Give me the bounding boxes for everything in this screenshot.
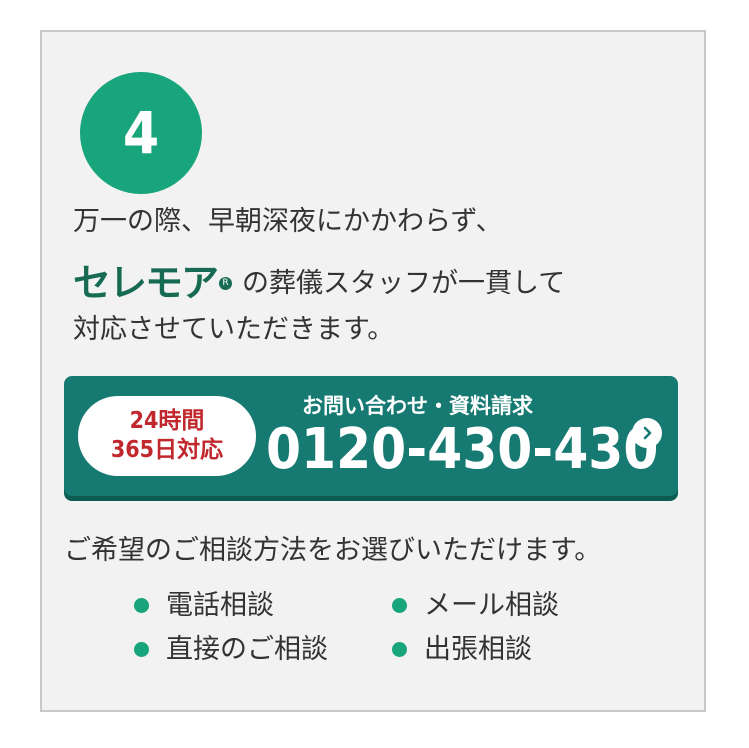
- hours-line-2: 365日対応: [110, 437, 224, 463]
- chevron-right-icon-glyph: [643, 426, 652, 440]
- method-label: メール相談: [424, 590, 559, 621]
- registered-mark-icon: R: [219, 276, 233, 290]
- step-number-badge: 4: [80, 72, 202, 194]
- intro-line-2-text: の葬儀スタッフが一貫して: [242, 267, 566, 299]
- intro-line-3: 対応させていただきます。: [73, 314, 395, 345]
- chevron-right-icon[interactable]: [632, 418, 662, 448]
- intro-line-1: 万一の際、早朝深夜にかかわらず、: [73, 206, 503, 237]
- hours-line-1: 24時間: [129, 408, 205, 434]
- method-label: 出張相談: [424, 634, 532, 665]
- step-number: 4: [122, 99, 160, 167]
- bullet-dot-icon: [134, 598, 149, 613]
- methods-lead: ご希望のご相談方法をお選びいただけます。: [64, 535, 602, 566]
- brand-logo: セレモア: [73, 261, 219, 305]
- method-in-person: 直接のご相談: [134, 636, 328, 663]
- bullet-dot-icon: [134, 642, 149, 657]
- method-label: 電話相談: [166, 590, 274, 621]
- method-phone: 電話相談: [134, 592, 274, 619]
- contact-caption: お問い合わせ・資料請求: [302, 394, 533, 418]
- hours-badge: 24時間 365日対応: [78, 396, 256, 476]
- method-home-visit: 出張相談: [392, 636, 532, 663]
- phone-number[interactable]: 0120-430-430: [266, 422, 658, 478]
- method-email: メール相談: [392, 592, 559, 619]
- intro-line-2: セレモア R の葬儀スタッフが一貫して: [73, 264, 565, 302]
- bullet-dot-icon: [392, 598, 407, 613]
- contact-phone-button[interactable]: 24時間 365日対応 お問い合わせ・資料請求 0120-430-430: [64, 376, 678, 496]
- bullet-dot-icon: [392, 642, 407, 657]
- method-label: 直接のご相談: [166, 634, 328, 665]
